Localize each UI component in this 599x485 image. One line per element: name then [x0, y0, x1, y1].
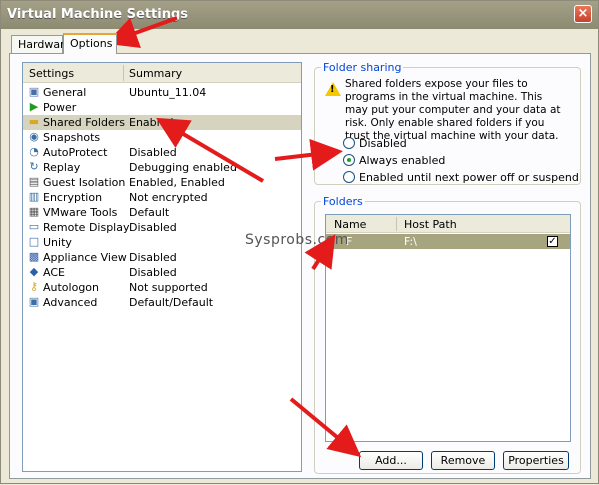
header-summary[interactable]: Summary [129, 67, 182, 80]
appliance-view-icon: ▩ [28, 250, 40, 263]
settings-row-power[interactable]: ▶ Power [23, 100, 301, 115]
ace-icon: ◆ [29, 265, 39, 278]
folder-row[interactable]: F F:\ ✓ [326, 234, 570, 249]
settings-row-appliance-view[interactable]: ▩ Appliance View Disabled [23, 250, 301, 265]
remote-display-icon: ▭ [28, 220, 40, 233]
settings-row-advanced[interactable]: ▣ Advanced Default/Default [23, 295, 301, 310]
settings-row-autoprotect[interactable]: ◔ AutoProtect Disabled [23, 145, 301, 160]
window-title: Virtual Machine Settings [7, 7, 189, 22]
power-icon: ▶ [29, 100, 39, 113]
tab-options[interactable]: Options [63, 33, 117, 54]
folder-enabled-checkbox[interactable]: ✓ [547, 236, 558, 247]
folders-list-header: Name Host Path [326, 215, 570, 233]
settings-row-replay[interactable]: ↻ Replay Debugging enabled [23, 160, 301, 175]
guest-isolation-icon: ▤ [28, 175, 40, 188]
folder-sharing-label: Folder sharing [321, 61, 404, 74]
folders-label: Folders [321, 195, 365, 208]
settings-row-general[interactable]: ▣ General Ubuntu_11.04 [23, 85, 301, 100]
folder-icon: ▬ [28, 115, 40, 128]
tab-hardware[interactable]: Hardware [11, 35, 71, 54]
close-button[interactable]: × [574, 5, 592, 23]
settings-row-shared-folders[interactable]: ▬ Shared Folders Enabled [23, 115, 301, 130]
settings-list-header: Settings Summary [23, 63, 301, 83]
watermark-text: Sysprobs.com [245, 232, 349, 248]
folders-group: Folders Name Host Path F F:\ ✓ Add... Re… [314, 195, 581, 474]
settings-row-autologon[interactable]: ⚷ Autologon Not supported [23, 280, 301, 295]
folder-host-path: F:\ [404, 235, 417, 248]
general-icon: ▣ [28, 85, 40, 98]
advanced-icon: ▣ [28, 295, 40, 308]
settings-list[interactable]: Settings Summary ▣ General Ubuntu_11.04 … [22, 62, 302, 472]
add-button[interactable]: Add... [359, 451, 423, 470]
autologon-icon: ⚷ [29, 280, 39, 293]
settings-row-encryption[interactable]: ▥ Encryption Not encrypted [23, 190, 301, 205]
close-icon: × [577, 6, 589, 21]
header-name[interactable]: Name [334, 218, 366, 231]
header-settings[interactable]: Settings [29, 67, 74, 80]
vmware-tools-icon: ▦ [28, 205, 40, 218]
remove-button[interactable]: Remove [431, 451, 495, 470]
title-bar[interactable]: Virtual Machine Settings × [1, 1, 598, 29]
settings-row-vmware-tools[interactable]: ▦ VMware Tools Default [23, 205, 301, 220]
autoprotect-icon: ◔ [29, 145, 39, 158]
unity-icon: □ [28, 235, 40, 248]
replay-icon: ↻ [29, 160, 39, 173]
folders-list[interactable]: Name Host Path F F:\ ✓ [325, 214, 571, 442]
warning-text: Shared folders expose your files to prog… [345, 78, 561, 142]
settings-row-snapshots[interactable]: ◉ Snapshots [23, 130, 301, 145]
settings-window: Virtual Machine Settings × Hardware Opti… [0, 0, 599, 484]
settings-row-guest-isolation[interactable]: ▤ Guest Isolation Enabled, Enabled [23, 175, 301, 190]
settings-row-ace[interactable]: ◆ ACE Disabled [23, 265, 301, 280]
folder-sharing-group: Folder sharing ! Shared folders expose y… [314, 61, 581, 185]
snapshots-icon: ◉ [29, 130, 39, 143]
options-panel: Settings Summary ▣ General Ubuntu_11.04 … [9, 53, 591, 479]
header-host-path[interactable]: Host Path [404, 218, 457, 231]
properties-button[interactable]: Properties [503, 451, 569, 470]
encryption-icon: ▥ [28, 190, 40, 203]
